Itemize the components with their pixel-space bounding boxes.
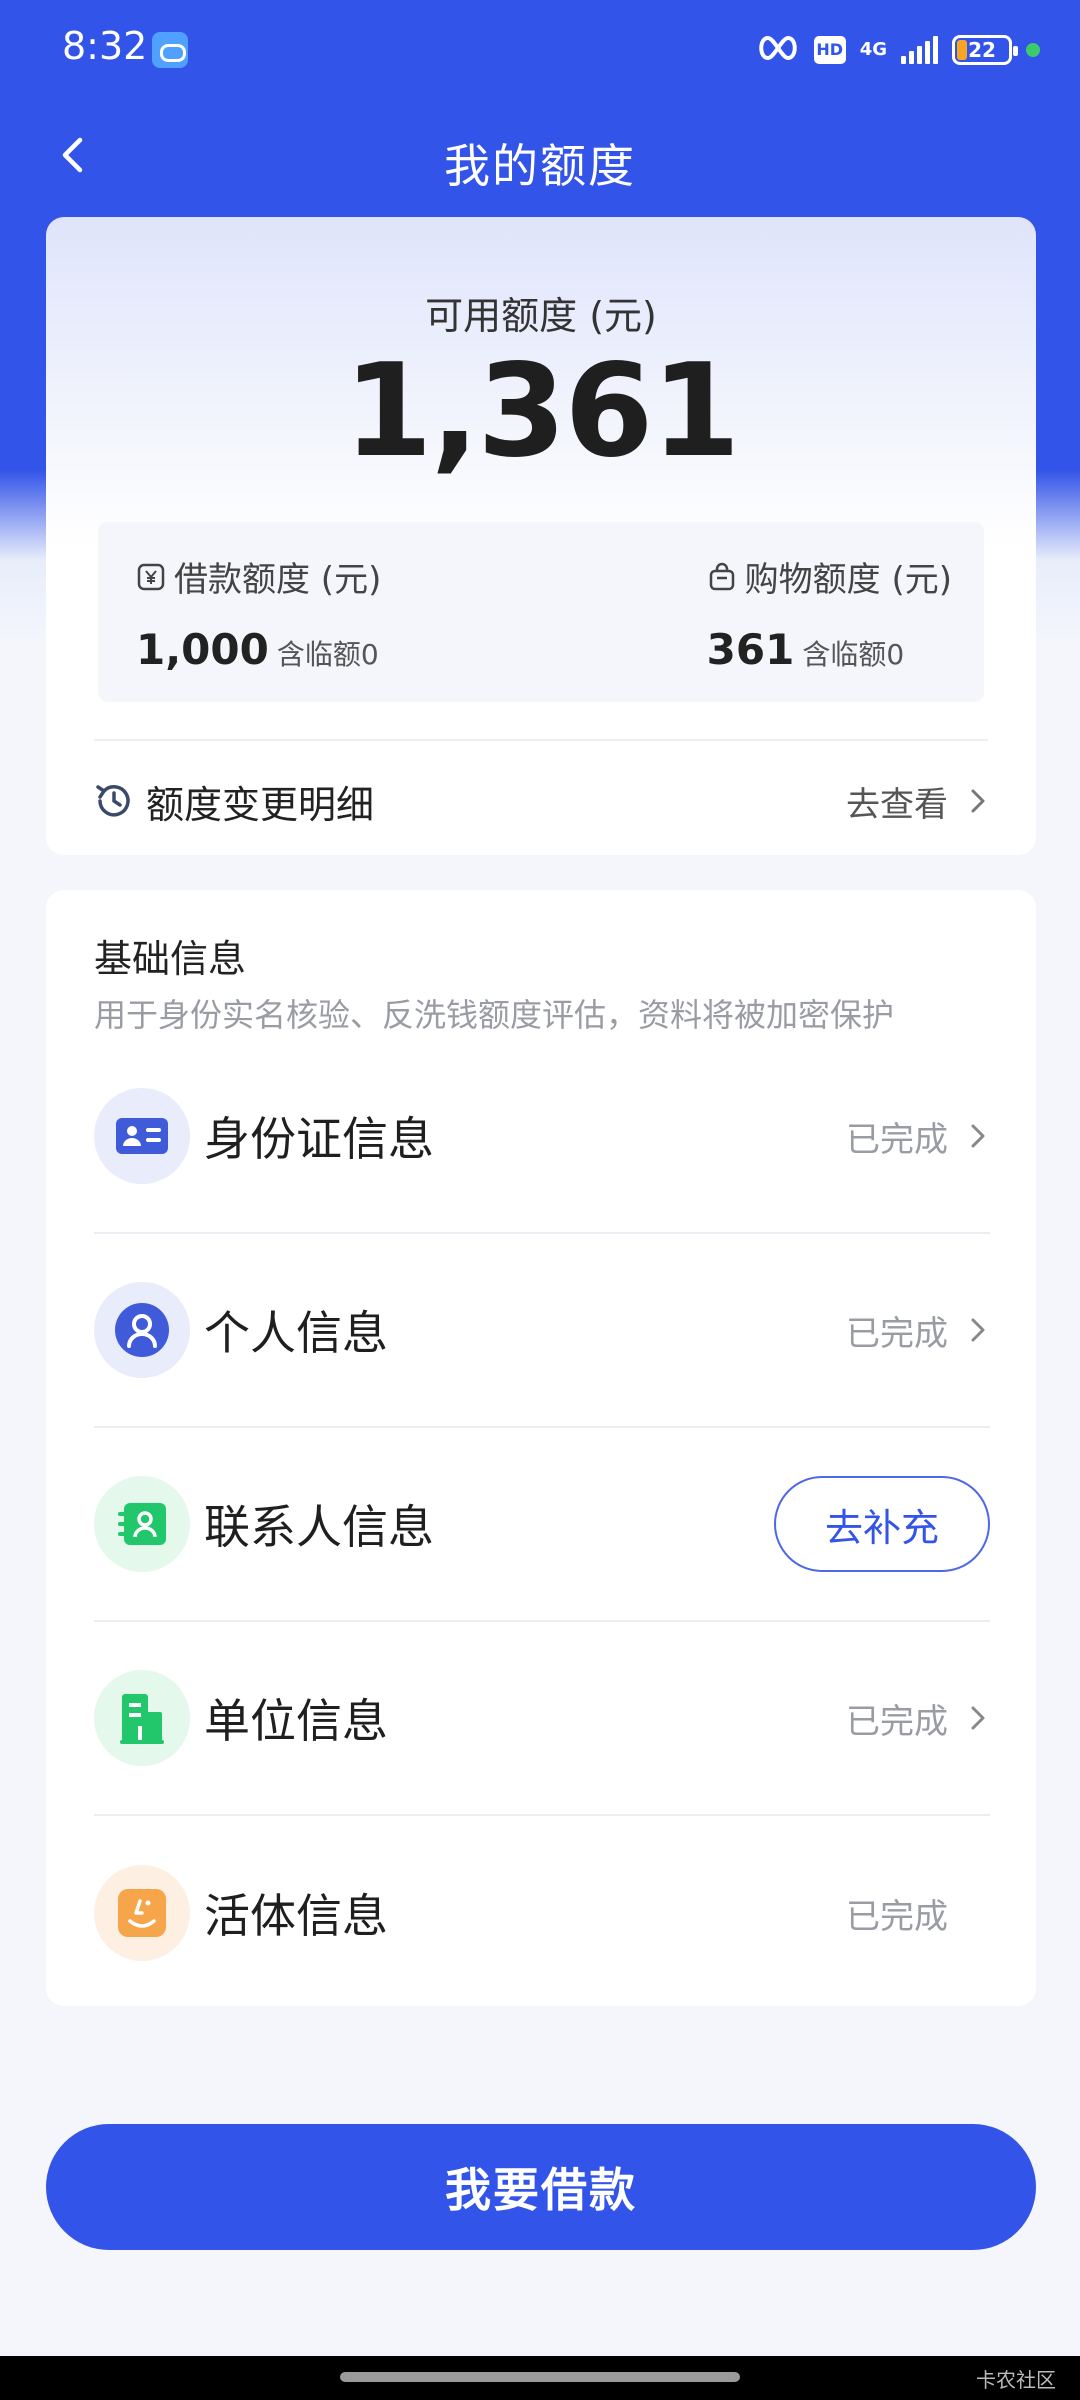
id-card-icon xyxy=(94,1088,190,1184)
id-card-label: 身份证信息 xyxy=(204,1112,434,1166)
face-icon xyxy=(94,1865,190,1961)
basic-info-card: 基础信息 用于身份实名核验、反洗钱额度评估，资料将被加密保护 身份证信息 已完成 xyxy=(46,890,1036,2006)
shopping-limit-value: 361 xyxy=(706,625,795,674)
info-row-liveness[interactable]: 活体信息 已完成 xyxy=(94,1816,990,2010)
limit-history-row[interactable]: 额度变更明细 去查看 xyxy=(92,747,990,855)
hd-icon: HD xyxy=(813,36,846,64)
liveness-info-status: 已完成 xyxy=(846,1896,948,1937)
limit-breakdown: 借款额度 (元) 1,000 含临额0 购物额度 (元) 361 含临额0 xyxy=(98,522,984,702)
network-type-label: 4G xyxy=(859,39,887,60)
page-title: 我的额度 xyxy=(444,139,636,193)
borrow-button[interactable]: 我要借款 xyxy=(46,2124,1036,2250)
info-row-personal[interactable]: 个人信息 已完成 xyxy=(94,1234,990,1428)
person-icon xyxy=(94,1282,190,1378)
page: 8:32 HD 4G 22 我的额度 可用额度 (元) 1,361 借款额度 (… xyxy=(0,0,1080,2400)
home-indicator[interactable] xyxy=(340,2372,740,2382)
personal-info-status: 已完成 xyxy=(846,1306,990,1355)
yen-icon xyxy=(137,563,165,590)
info-row-contacts[interactable]: 联系人信息 去补充 xyxy=(94,1428,990,1622)
loan-limit-label: 借款额度 (元) xyxy=(174,560,382,600)
shopping-limit-note: 含临额0 xyxy=(802,638,905,671)
basic-info-subtitle: 用于身份实名核验、反洗钱额度评估，资料将被加密保护 xyxy=(94,996,895,1034)
history-clock-icon xyxy=(96,785,130,817)
contact-icon xyxy=(94,1476,190,1572)
chevron-right-icon xyxy=(971,789,985,813)
personal-info-status-text: 已完成 xyxy=(846,1313,948,1354)
employer-info-status: 已完成 xyxy=(846,1694,990,1743)
shopping-limit: 购物额度 (元) 361 含临额0 xyxy=(707,552,952,674)
contacts-info-label: 联系人信息 xyxy=(204,1500,434,1554)
infinity-icon xyxy=(756,34,800,66)
personal-info-label: 个人信息 xyxy=(204,1306,388,1360)
supplement-contacts-button[interactable]: 去补充 xyxy=(774,1476,990,1572)
status-dot-icon xyxy=(1026,43,1040,57)
info-row-employer[interactable]: 单位信息 已完成 xyxy=(94,1622,990,1816)
link-app-icon xyxy=(152,32,188,68)
chevron-right-icon xyxy=(971,1124,985,1148)
liveness-info-label: 活体信息 xyxy=(204,1889,388,1943)
watermark: 卡农社区 xyxy=(976,2368,1056,2392)
available-limit-label: 可用额度 (元) xyxy=(425,294,657,338)
basic-info-title: 基础信息 xyxy=(94,937,247,981)
limit-history-label: 额度变更明细 xyxy=(146,782,375,827)
nav-bar: 我的额度 xyxy=(0,100,1080,210)
chevron-right-icon xyxy=(971,1706,985,1730)
id-card-status-text: 已完成 xyxy=(846,1119,948,1160)
employer-info-label: 单位信息 xyxy=(204,1694,388,1748)
divider xyxy=(94,739,988,741)
info-row-id-card[interactable]: 身份证信息 已完成 xyxy=(94,1040,990,1234)
shopping-limit-label: 购物额度 (元) xyxy=(744,560,952,600)
available-limit-amount: 1,361 xyxy=(343,337,741,486)
building-icon xyxy=(94,1670,190,1766)
system-nav-bar: 卡农社区 xyxy=(0,2356,1080,2400)
chevron-right-icon xyxy=(971,1318,985,1342)
view-history-text: 去查看 xyxy=(846,784,948,825)
view-history-link[interactable]: 去查看 xyxy=(846,777,990,826)
loan-limit-note: 含临额0 xyxy=(276,638,379,671)
battery-icon: 22 xyxy=(952,35,1018,65)
id-card-status: 已完成 xyxy=(846,1112,990,1161)
status-bar: 8:32 HD 4G 22 xyxy=(0,0,1080,100)
signal-icon xyxy=(901,36,938,64)
employer-info-status-text: 已完成 xyxy=(846,1701,948,1742)
shopping-bag-icon xyxy=(709,562,734,590)
limit-card: 可用额度 (元) 1,361 借款额度 (元) 1,000 含临额0 购物额度 … xyxy=(46,217,1036,855)
status-time: 8:32 xyxy=(62,24,148,68)
status-icons: HD 4G 22 xyxy=(756,28,1040,72)
loan-limit: 借款额度 (元) 1,000 含临额0 xyxy=(136,552,381,674)
loan-limit-value: 1,000 xyxy=(136,625,269,674)
